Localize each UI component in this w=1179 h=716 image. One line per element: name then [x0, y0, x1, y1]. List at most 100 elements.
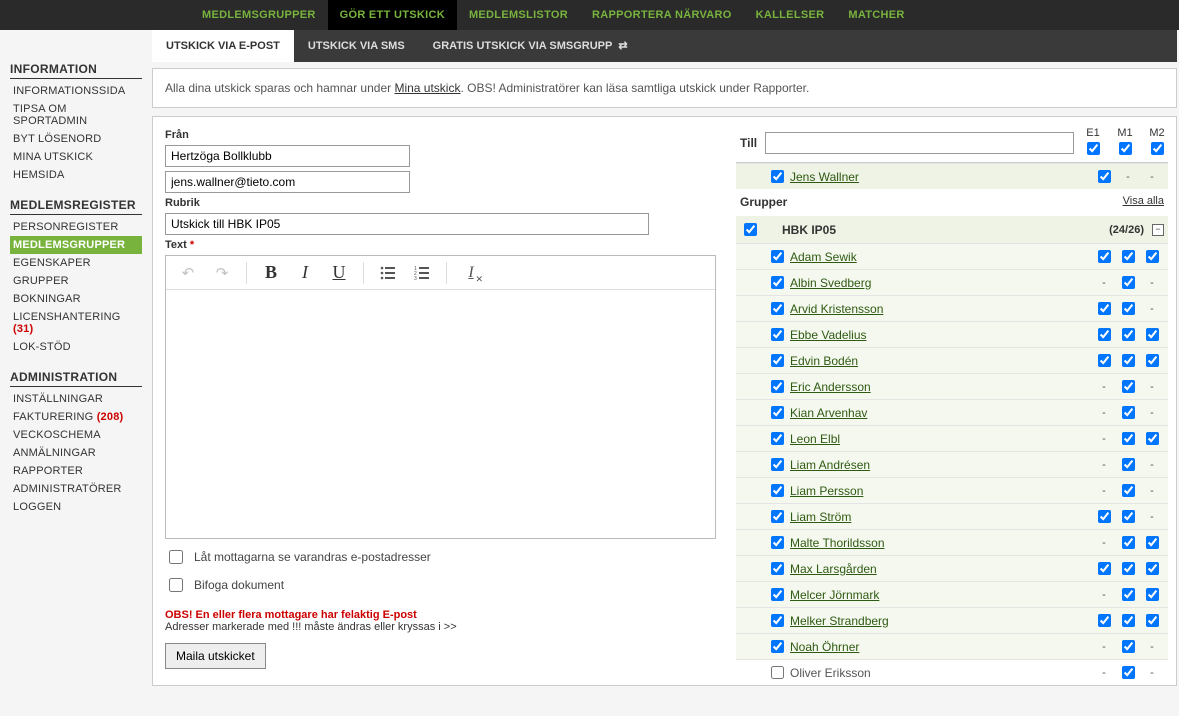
sidebar-item[interactable]: PERSONREGISTER: [10, 218, 142, 236]
recipient-link[interactable]: Melcer Jörnmark: [790, 588, 879, 602]
recipient-m2-checkbox[interactable]: [1146, 354, 1159, 367]
sidebar-item[interactable]: INFORMATIONSSIDA: [10, 82, 142, 100]
recipient-m1-checkbox[interactable]: [1122, 250, 1135, 263]
recipient-m1-checkbox[interactable]: [1122, 432, 1135, 445]
group-row[interactable]: HBK IP05 (24/26) −: [736, 215, 1168, 243]
recipient-checkbox[interactable]: [771, 536, 784, 549]
undo-button[interactable]: ↶: [172, 259, 204, 287]
recipient-checkbox[interactable]: [771, 170, 784, 183]
recipient-m2-checkbox[interactable]: [1146, 536, 1159, 549]
recipient-checkbox[interactable]: [771, 640, 784, 653]
recipient-search-input[interactable]: [765, 132, 1074, 154]
recipient-m2-checkbox[interactable]: [1146, 588, 1159, 601]
from-name-input[interactable]: [165, 145, 410, 167]
recipient-e1-checkbox[interactable]: [1098, 170, 1111, 183]
sidebar-item[interactable]: ANMÄLNINGAR: [10, 444, 142, 462]
topnav-item[interactable]: MEDLEMSGRUPPER: [190, 0, 328, 30]
topnav-item[interactable]: GÖR ETT UTSKICK: [328, 0, 457, 30]
topnav-item[interactable]: KALLELSER: [744, 0, 837, 30]
recipient-checkbox[interactable]: [771, 354, 784, 367]
bold-button[interactable]: B: [255, 259, 287, 287]
subtab[interactable]: UTSKICK VIA SMS: [294, 30, 419, 62]
show-recipients-checkbox[interactable]: [169, 550, 183, 564]
recipient-link[interactable]: Adam Sewik: [790, 250, 857, 264]
recipient-checkbox[interactable]: [771, 484, 784, 497]
recipient-m2-checkbox[interactable]: [1146, 562, 1159, 575]
bullet-list-button[interactable]: [372, 259, 404, 287]
send-button[interactable]: Maila utskicket: [165, 643, 266, 669]
recipient-checkbox[interactable]: [771, 562, 784, 575]
recipient-checkbox[interactable]: [771, 588, 784, 601]
numbered-list-button[interactable]: 123: [406, 259, 438, 287]
recipient-m1-checkbox[interactable]: [1122, 354, 1135, 367]
sidebar-item[interactable]: MEDLEMSGRUPPER: [10, 236, 142, 254]
recipient-link[interactable]: Kian Arvenhav: [790, 406, 867, 420]
sidebar-item[interactable]: BYT LÖSENORD: [10, 130, 142, 148]
recipient-m1-checkbox[interactable]: [1122, 640, 1135, 653]
clear-format-button[interactable]: I✕: [455, 259, 487, 287]
sidebar-item[interactable]: HEMSIDA: [10, 166, 142, 184]
recipient-e1-checkbox[interactable]: [1098, 614, 1111, 627]
recipient-e1-checkbox[interactable]: [1098, 562, 1111, 575]
sidebar-item[interactable]: LICENSHANTERING (31): [10, 308, 142, 338]
subtab[interactable]: UTSKICK VIA E-POST: [152, 30, 294, 62]
recipient-link[interactable]: Albin Svedberg: [790, 276, 871, 290]
recipient-checkbox[interactable]: [771, 458, 784, 471]
recipient-link[interactable]: Melker Strandberg: [790, 614, 889, 628]
recipient-m1-checkbox[interactable]: [1122, 458, 1135, 471]
recipient-checkbox[interactable]: [771, 380, 784, 393]
recipient-checkbox[interactable]: [771, 432, 784, 445]
editor-body[interactable]: [166, 290, 715, 538]
sidebar-item[interactable]: MINA UTSKICK: [10, 148, 142, 166]
sidebar-item[interactable]: TIPSA OM SPORTADMIN: [10, 100, 142, 130]
recipient-checkbox[interactable]: [771, 276, 784, 289]
collapse-icon[interactable]: −: [1152, 224, 1164, 236]
notice-link[interactable]: Mina utskick: [394, 81, 460, 95]
group-checkbox[interactable]: [744, 223, 757, 236]
recipient-checkbox[interactable]: [771, 250, 784, 263]
underline-button[interactable]: U: [323, 259, 355, 287]
recipient-m2-checkbox[interactable]: [1146, 432, 1159, 445]
recipient-link[interactable]: Jens Wallner: [790, 170, 859, 184]
recipient-link[interactable]: Oliver Eriksson: [790, 666, 871, 680]
subject-input[interactable]: [165, 213, 649, 235]
sidebar-item[interactable]: VECKOSCHEMA: [10, 426, 142, 444]
recipient-m1-checkbox[interactable]: [1122, 666, 1135, 679]
recipient-m1-checkbox[interactable]: [1122, 302, 1135, 315]
recipient-m1-checkbox[interactable]: [1122, 276, 1135, 289]
col-m2-checkbox[interactable]: [1151, 142, 1164, 155]
recipient-link[interactable]: Max Larsgården: [790, 562, 877, 576]
recipient-checkbox[interactable]: [771, 666, 784, 679]
recipient-m2-checkbox[interactable]: [1146, 250, 1159, 263]
recipient-e1-checkbox[interactable]: [1098, 328, 1111, 341]
attach-checkbox[interactable]: [169, 578, 183, 592]
sidebar-item[interactable]: RAPPORTER: [10, 462, 142, 480]
recipient-link[interactable]: Malte Thorildsson: [790, 536, 885, 550]
recipient-link[interactable]: Liam Ström: [790, 510, 851, 524]
recipient-link[interactable]: Arvid Kristensson: [790, 302, 883, 316]
topnav-item[interactable]: MEDLEMSLISTOR: [457, 0, 580, 30]
sidebar-item[interactable]: FAKTURERING (208): [10, 408, 142, 426]
show-all-link[interactable]: Visa alla: [1123, 195, 1164, 209]
recipient-link[interactable]: Liam Andrésen: [790, 458, 870, 472]
recipient-link[interactable]: Liam Persson: [790, 484, 863, 498]
recipient-link[interactable]: Leon Elbl: [790, 432, 840, 446]
recipient-link[interactable]: Edvin Bodén: [790, 354, 858, 368]
recipient-m1-checkbox[interactable]: [1122, 562, 1135, 575]
sidebar-item[interactable]: GRUPPER: [10, 272, 142, 290]
recipient-checkbox[interactable]: [771, 328, 784, 341]
recipient-checkbox[interactable]: [771, 302, 784, 315]
topnav-item[interactable]: RAPPORTERA NÄRVARO: [580, 0, 744, 30]
redo-button[interactable]: ↷: [206, 259, 238, 287]
recipient-checkbox[interactable]: [771, 614, 784, 627]
recipient-e1-checkbox[interactable]: [1098, 354, 1111, 367]
recipient-m1-checkbox[interactable]: [1122, 328, 1135, 341]
recipient-checkbox[interactable]: [771, 510, 784, 523]
recipient-m1-checkbox[interactable]: [1122, 536, 1135, 549]
col-e1-checkbox[interactable]: [1087, 142, 1100, 155]
recipient-m2-checkbox[interactable]: [1146, 328, 1159, 341]
recipient-e1-checkbox[interactable]: [1098, 250, 1111, 263]
topnav-item[interactable]: MATCHER: [836, 0, 916, 30]
from-email-input[interactable]: [165, 171, 410, 193]
recipient-e1-checkbox[interactable]: [1098, 302, 1111, 315]
